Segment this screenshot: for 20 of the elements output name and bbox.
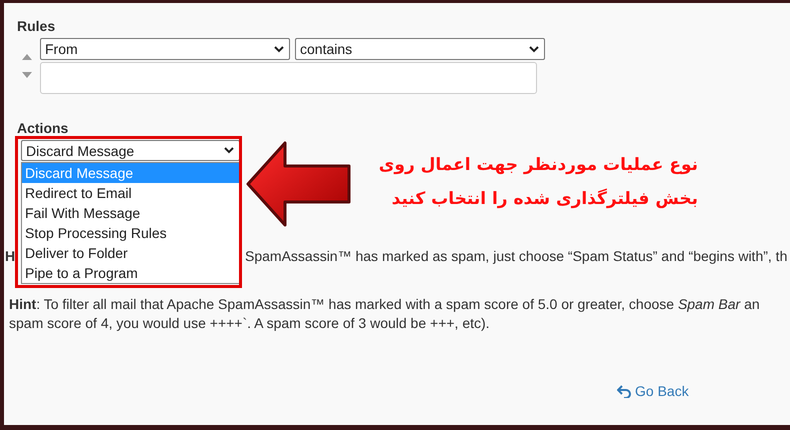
annotation-text: بخش فیلترگذاری شده را انتخاب کنید	[390, 189, 698, 209]
move-down-icon[interactable]	[22, 72, 32, 78]
field-select[interactable]: From	[40, 38, 290, 60]
value-field[interactable]	[40, 62, 537, 94]
section-title: Rules	[17, 18, 56, 34]
hint-text: spam score of 4, you would use ++++`. A spam score of 3 would be +++, etc).	[9, 315, 491, 331]
hint-text: H	[5, 248, 16, 264]
hint-text: Hint: To filter all mail that Apache SpamAssassin™ has marked with a spam score of 5.0 or greater, choose Spam Bar an	[9, 296, 761, 312]
arrow-icon	[245, 140, 353, 228]
chevron-down-icon	[224, 147, 234, 154]
hint-text: SpamAssassin™ has marked as spam, just choose “Spam Status” and “begins with”, th	[245, 248, 788, 264]
annotation-text: نوع عملیات موردنظر جهت اعمال روی	[378, 155, 698, 175]
chevron-down-icon	[274, 46, 284, 52]
section-title: Actions	[17, 120, 70, 136]
go-back-link[interactable]: Go Back	[617, 383, 689, 399]
operator-select[interactable]: contains	[295, 38, 545, 60]
back-arrow-icon	[617, 384, 631, 398]
move-up-icon[interactable]	[22, 54, 32, 60]
action-select[interactable]: Discard Message	[21, 140, 240, 161]
chevron-down-icon	[529, 46, 539, 52]
